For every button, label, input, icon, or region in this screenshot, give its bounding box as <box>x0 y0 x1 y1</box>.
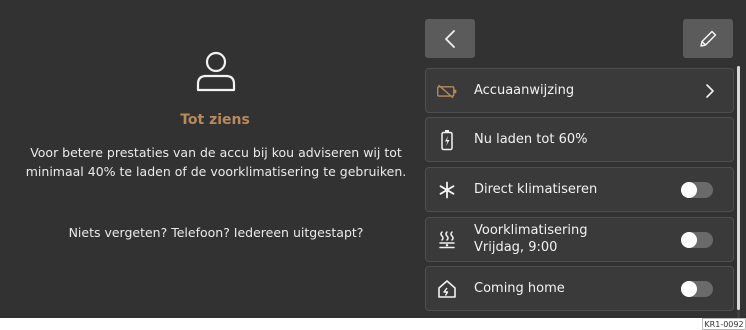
farewell-panel: Tot ziens Voor betere prestaties van de … <box>0 0 418 318</box>
chevron-right-icon <box>706 84 714 98</box>
tile-direct-climate[interactable]: Direct klimatiseren <box>425 167 734 212</box>
battery-crossed-icon <box>436 80 458 102</box>
coming-home-toggle[interactable] <box>681 281 713 297</box>
preclimate-toggle[interactable] <box>681 232 713 248</box>
back-button[interactable] <box>425 19 475 58</box>
home-icon <box>436 278 458 300</box>
direct-climate-toggle[interactable] <box>681 182 713 198</box>
edit-button[interactable] <box>683 19 733 58</box>
tile-battery-display[interactable]: Accuaanwijzing <box>425 68 734 113</box>
tile-label-direct-climate: Direct klimatiseren <box>474 182 598 197</box>
tile-label-preclimate: Voorklimatisering Vrijdag, 9:00 <box>474 222 587 256</box>
person-icon <box>196 51 236 92</box>
toggle-knob <box>681 281 697 297</box>
toggle-knob <box>681 182 697 198</box>
scrollbar-thumb[interactable] <box>737 66 740 310</box>
farewell-title: Tot ziens <box>180 112 250 128</box>
reminder-text: Niets vergeten? Telefoon? Iedereen uitge… <box>68 225 364 240</box>
tile-preclimate[interactable]: Voorklimatisering Vrijdag, 9:00 <box>425 217 734 262</box>
image-reference-label: KR1-0092 <box>702 318 746 330</box>
tile-charge-now[interactable]: Nu laden tot 60% <box>425 117 734 162</box>
preclimate-schedule: Vrijdag, 9:00 <box>474 240 558 255</box>
tile-label-coming-home: Coming home <box>474 281 565 296</box>
battery-charge-icon <box>436 129 458 151</box>
preclimate-title: Voorklimatisering <box>474 223 588 238</box>
toggle-knob <box>681 232 697 248</box>
infotainment-screen: Tot ziens Voor betere prestaties van de … <box>0 0 746 318</box>
pencil-icon <box>700 30 717 47</box>
tile-label-battery-display: Accuaanwijzing <box>474 83 575 98</box>
tile-coming-home[interactable]: Coming home <box>425 266 734 311</box>
heating-timer-icon <box>436 229 458 251</box>
battery-advice-text: Voor betere prestaties van de accu bij k… <box>25 145 407 179</box>
chevron-left-icon <box>445 29 455 48</box>
snowflake-icon <box>436 179 458 201</box>
scrollbar[interactable] <box>737 66 740 318</box>
tile-label-charge-now: Nu laden tot 60% <box>474 132 588 147</box>
